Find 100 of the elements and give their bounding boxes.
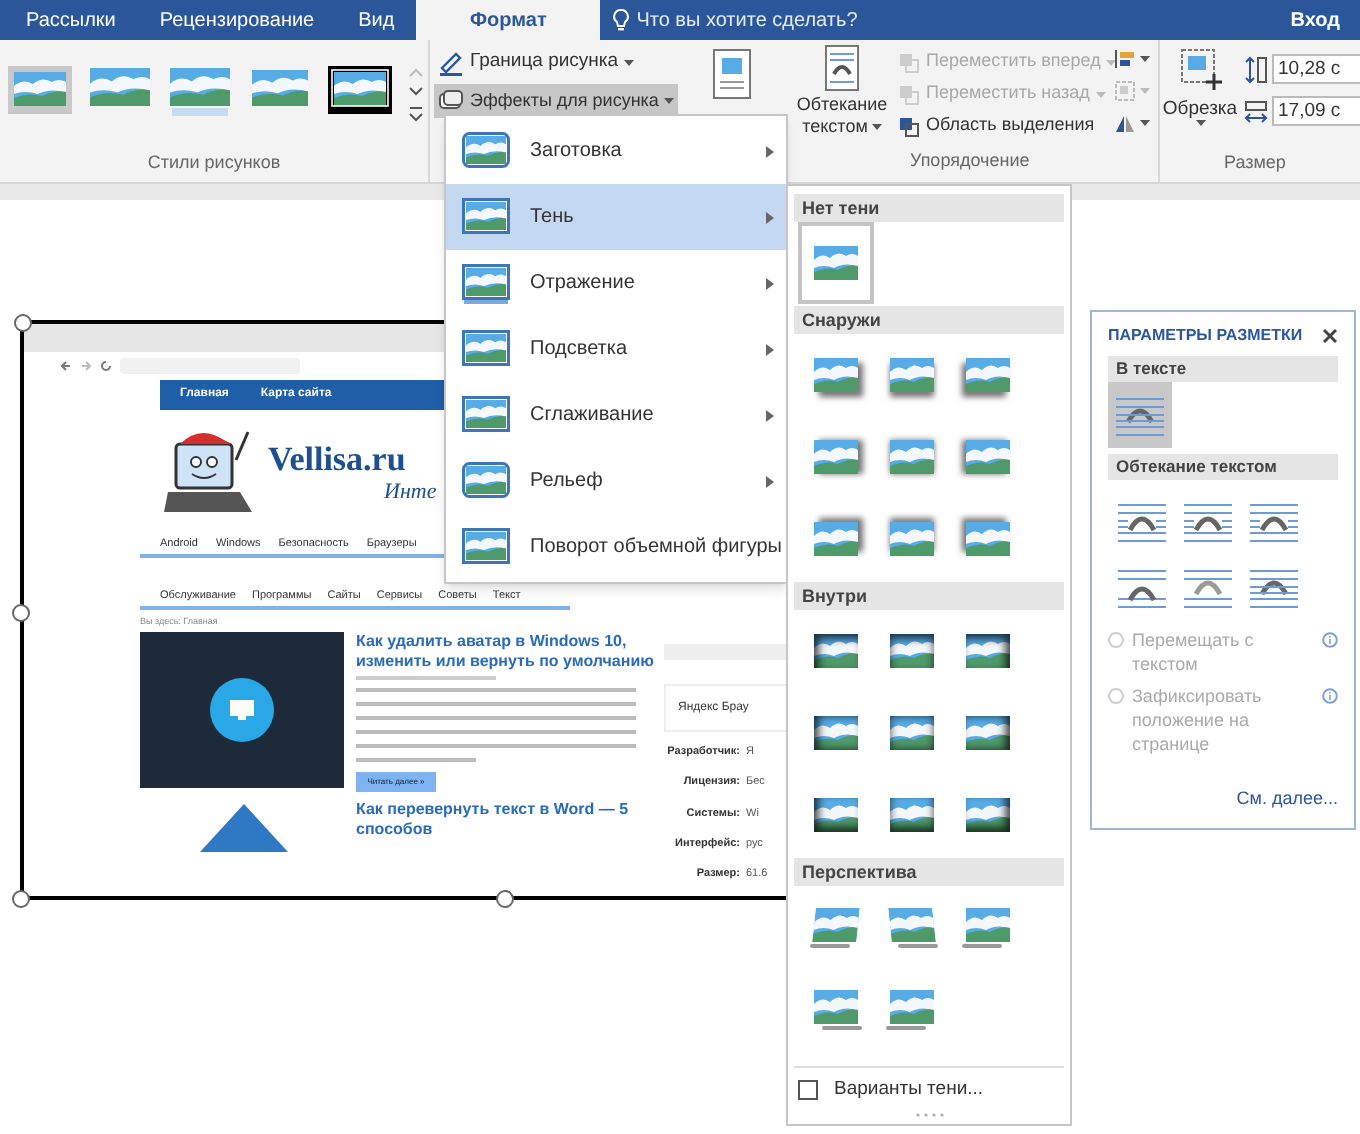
landscape-icon — [814, 522, 858, 556]
resize-handle[interactable] — [12, 890, 30, 908]
ribbon-tab[interactable]: Рецензирование — [137, 0, 337, 40]
resize-handle[interactable] — [12, 604, 30, 622]
panel-section-header: Обтекание текстом — [1108, 454, 1338, 480]
landscape-icon — [966, 798, 1010, 832]
menu-item[interactable]: Рельеф — [446, 448, 786, 514]
back-icon — [60, 360, 72, 372]
landscape-icon — [814, 440, 858, 474]
see-more-link[interactable]: См. далее... — [1236, 785, 1338, 812]
forward-icon — [80, 360, 92, 372]
submenu-arrow-icon — [766, 409, 774, 421]
group-label: Стили рисунков — [145, 150, 283, 176]
pencil-icon — [438, 50, 464, 76]
caret-icon — [1095, 91, 1106, 97]
caret-icon — [1195, 120, 1205, 126]
scroll-up-icon — [408, 65, 424, 77]
close-icon[interactable] — [1322, 328, 1338, 344]
landscape-icon — [890, 907, 934, 947]
menu-item[interactable]: Сглаживание — [446, 382, 786, 448]
caret-icon — [871, 124, 882, 130]
picture-effect-icon — [462, 263, 510, 303]
reload-icon — [100, 360, 112, 372]
landscape-icon — [814, 798, 858, 832]
landscape-icon — [890, 440, 934, 474]
menu-item[interactable]: Отражение — [446, 250, 786, 316]
rotate-icon — [1114, 112, 1136, 134]
width-icon — [1244, 97, 1268, 125]
landscape-icon — [966, 634, 1010, 668]
shadow-options-icon — [798, 1080, 818, 1100]
wrap-option-icon[interactable] — [1115, 501, 1167, 541]
height-icon — [1244, 55, 1268, 83]
picture-style-thumbnail[interactable] — [328, 65, 392, 117]
info-icon — [1322, 688, 1338, 704]
landscape-icon — [814, 358, 858, 392]
resize-grip-icon — [915, 1112, 943, 1118]
caret-icon — [1140, 56, 1150, 62]
more-icon — [408, 105, 424, 121]
landscape-icon — [966, 522, 1010, 556]
width-field[interactable]: 17,09 с — [1272, 96, 1360, 126]
submenu-arrow-icon — [766, 211, 774, 223]
caret-icon — [624, 60, 635, 66]
article-title[interactable]: Как удалить аватар в Windows 10, изменить или вернуть по умолчанию — [356, 632, 656, 670]
picture-style-thumbnail[interactable] — [168, 65, 232, 117]
landscape-icon — [814, 989, 858, 1029]
menu-item[interactable]: Подсветка — [446, 316, 786, 382]
landscape-icon — [890, 522, 934, 556]
in-line-option[interactable] — [1108, 382, 1172, 448]
landscape-icon — [814, 634, 858, 668]
align-icon — [1114, 48, 1136, 70]
caret-icon — [664, 98, 675, 104]
site-tagline: Инте — [384, 481, 437, 503]
resize-handle[interactable] — [14, 314, 32, 332]
shadow-options-item[interactable]: Варианты тени... — [794, 1076, 984, 1104]
gallery-section-header: Внутри — [794, 582, 1064, 610]
height-field[interactable]: 10,28 с — [1272, 54, 1360, 84]
ribbon-tab[interactable]: Рассылки — [4, 0, 138, 40]
radio-label: Перемещать с текстом — [1132, 628, 1256, 676]
sign-in-link[interactable]: Вход — [1290, 0, 1340, 40]
landscape-icon — [890, 358, 934, 392]
info-icon — [1322, 632, 1338, 648]
ribbon-tab[interactable]: Формат — [416, 0, 601, 40]
picture-effect-icon — [462, 131, 510, 171]
gallery-section-header: Нет тени — [794, 194, 1064, 222]
picture-effect-icon — [462, 395, 510, 435]
picture-style-thumbnail[interactable] — [8, 65, 72, 117]
submenu-arrow-icon — [766, 145, 774, 157]
landscape-icon — [890, 716, 934, 750]
arrange-button[interactable]: Область выделения — [898, 110, 1110, 142]
ribbon-tab[interactable]: Вид — [336, 0, 417, 40]
picture-effect-icon — [462, 197, 510, 237]
landscape-icon — [966, 907, 1010, 947]
caret-icon — [1140, 88, 1150, 94]
tell-me-field[interactable]: Что вы хотите сделать? — [636, 5, 897, 35]
caret-icon — [1106, 59, 1117, 65]
landscape-icon — [890, 989, 934, 1029]
wrap-option-icon[interactable] — [1247, 567, 1299, 607]
wrap-text-button[interactable]: Обтекание текстом — [790, 40, 894, 143]
group-label: Размер — [1222, 150, 1288, 176]
gallery-section-header: Снаружи — [794, 306, 1064, 334]
wrap-option-icon[interactable] — [1181, 501, 1233, 541]
caret-icon — [1140, 120, 1150, 126]
wrap-option-icon[interactable] — [1247, 501, 1299, 541]
layers-icon — [898, 51, 920, 73]
menu-item[interactable]: Тень — [446, 184, 786, 250]
site-logo: Vellisa.ru — [268, 441, 408, 475]
article-title[interactable]: Как перевернуть текст в Word — 5 способов — [356, 800, 656, 852]
panel-section-header: В тексте — [1108, 356, 1338, 382]
effects-icon — [438, 90, 464, 112]
picture-border-button[interactable]: Граница рисунка — [434, 46, 674, 80]
gallery-section-header: Перспектива — [794, 858, 1064, 886]
submenu-arrow-icon — [766, 343, 774, 355]
wrap-option-icon[interactable] — [1115, 567, 1167, 607]
crop-button[interactable]: Обрезка — [1160, 40, 1240, 142]
resize-handle[interactable] — [496, 890, 514, 908]
menu-item[interactable]: Заготовка — [446, 118, 786, 184]
wrap-option-icon[interactable] — [1181, 567, 1233, 607]
wrap-option-icon[interactable] — [1114, 395, 1166, 435]
panel-title: ПАРАМЕТРЫ РАЗМЕТКИ — [1108, 324, 1303, 348]
landscape-icon — [890, 634, 934, 668]
